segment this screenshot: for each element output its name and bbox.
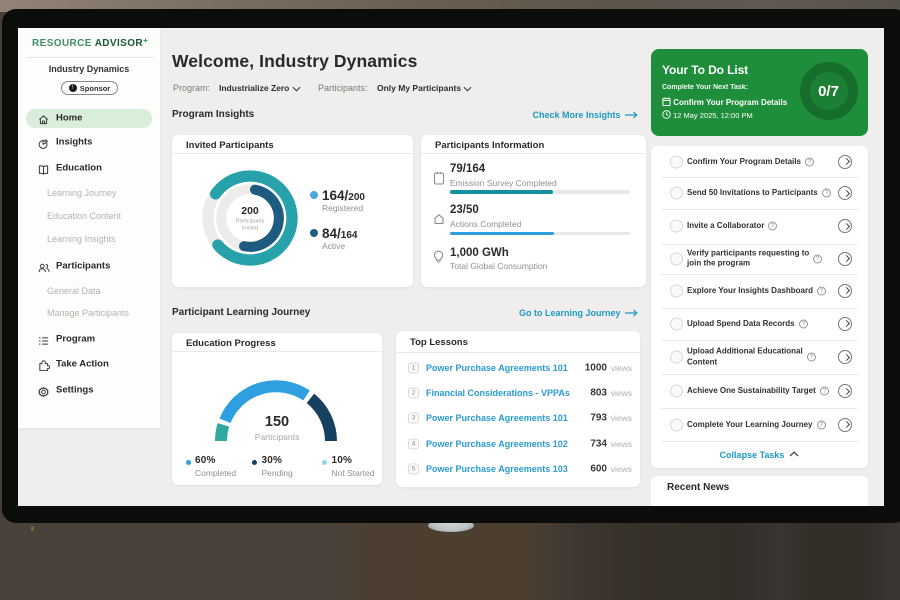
svg-text:200: 200: [241, 205, 259, 217]
svg-text:Invited: Invited: [242, 226, 258, 232]
svg-text:Participants: Participants: [236, 219, 265, 225]
